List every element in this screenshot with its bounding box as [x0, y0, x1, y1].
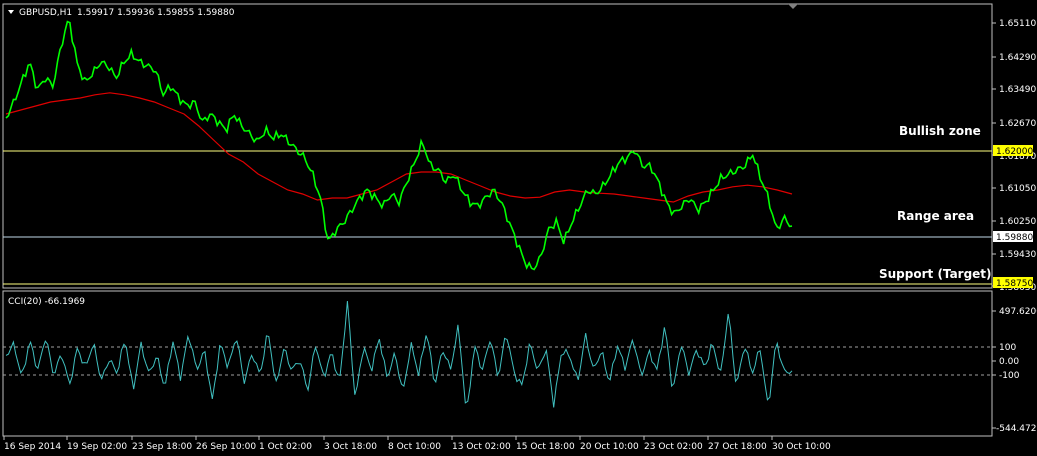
- time-axis: 16 Sep 2014 19 Sep 02:00 23 Sep 18:00 26…: [3, 436, 831, 452]
- range-area-label: Range area: [897, 209, 974, 223]
- cci-tick: -544.4729: [992, 424, 1037, 434]
- time-tick: 13 Oct 02:00: [451, 436, 511, 452]
- chart-symbol: GBPUSD,H1: [19, 8, 72, 18]
- cci-title: CCI(20) -66.1969: [8, 297, 85, 307]
- svg-text:1 Oct 02:00: 1 Oct 02:00: [259, 442, 312, 452]
- svg-text:1.59880: 1.59880: [996, 233, 1033, 243]
- svg-text:27 Oct 18:00: 27 Oct 18:00: [708, 442, 767, 452]
- svg-text:497.6206: 497.6206: [999, 307, 1037, 317]
- moving-average-line: [5, 92, 793, 203]
- svg-text:3 Oct 18:00: 3 Oct 18:00: [324, 442, 377, 452]
- svg-text:-544.4729: -544.4729: [996, 424, 1037, 434]
- price-line: [5, 20, 793, 271]
- price-tick: 1.65110: [992, 19, 1036, 29]
- price-tick: 1.61050: [992, 184, 1036, 194]
- chart-ohlc: 1.59917 1.59936 1.59855 1.59880: [77, 8, 235, 18]
- svg-text:19 Sep 02:00: 19 Sep 02:00: [67, 442, 127, 452]
- time-tick: 16 Sep 2014: [3, 436, 61, 452]
- svg-text:20 Oct 10:00: 20 Oct 10:00: [580, 442, 639, 452]
- svg-text:1.59430: 1.59430: [999, 250, 1036, 260]
- svg-text:1.65110: 1.65110: [999, 19, 1036, 29]
- svg-text:1.63490: 1.63490: [999, 85, 1036, 95]
- current-price-label: 1.59880: [993, 231, 1033, 243]
- svg-text:0.00: 0.00: [999, 357, 1019, 367]
- support-target-label: Support (Target): [879, 267, 992, 281]
- bullish-zone-label: Bullish zone: [899, 124, 981, 138]
- price-tick: 1.63490: [992, 85, 1036, 95]
- cci-axis: 497.6206 100 0.00 -100 -544.4729: [992, 307, 1037, 434]
- price-tick: 1.59430: [992, 250, 1036, 260]
- svg-text:100: 100: [999, 343, 1016, 353]
- time-tick: 30 Oct 10:00: [771, 436, 831, 452]
- svg-text:1.62000: 1.62000: [996, 147, 1033, 157]
- cci-tick: 100: [992, 343, 1016, 353]
- svg-text:-100: -100: [999, 371, 1020, 381]
- svg-text:26 Sep 10:00: 26 Sep 10:00: [196, 442, 256, 452]
- price-tick: 1.64290: [992, 53, 1036, 63]
- price-tick: 1.60250: [992, 217, 1036, 227]
- svg-text:1.58750: 1.58750: [996, 279, 1033, 289]
- time-tick: 8 Oct 10:00: [387, 436, 441, 452]
- time-tick: 23 Oct 02:00: [643, 436, 703, 452]
- svg-text:30 Oct 10:00: 30 Oct 10:00: [772, 442, 831, 452]
- svg-text:23 Oct 02:00: 23 Oct 02:00: [644, 442, 703, 452]
- cci-panel-frame: [2, 290, 993, 437]
- time-tick: 26 Sep 10:00: [195, 436, 256, 452]
- svg-text:1.62670: 1.62670: [999, 119, 1036, 129]
- cci-tick: 0.00: [992, 357, 1019, 367]
- time-tick: 1 Oct 02:00: [258, 436, 312, 452]
- bullish-zone-price-label: 1.62000: [993, 145, 1033, 157]
- time-tick: 3 Oct 18:00: [323, 436, 377, 452]
- scroll-marker-icon[interactable]: [788, 4, 798, 9]
- time-tick: 15 Oct 18:00: [515, 436, 575, 452]
- cci-tick: 497.6206: [992, 307, 1037, 317]
- svg-text:1.61050: 1.61050: [999, 184, 1036, 194]
- main-chart-frame: [2, 3, 993, 289]
- time-tick: 20 Oct 10:00: [579, 436, 639, 452]
- svg-text:16 Sep 2014: 16 Sep 2014: [4, 442, 61, 452]
- time-tick: 23 Sep 18:00: [131, 436, 192, 452]
- price-tick: 1.62670: [992, 119, 1036, 129]
- cci-tick: -100: [992, 371, 1020, 381]
- cci-line: [5, 300, 793, 408]
- svg-text:1.60250: 1.60250: [999, 217, 1036, 227]
- symbol-menu-arrow-icon[interactable]: [8, 10, 14, 14]
- svg-text:8 Oct 10:00: 8 Oct 10:00: [388, 442, 441, 452]
- svg-text:13 Oct 02:00: 13 Oct 02:00: [452, 442, 511, 452]
- time-tick: 27 Oct 18:00: [707, 436, 767, 452]
- svg-text:15 Oct 18:00: 15 Oct 18:00: [516, 442, 575, 452]
- trading-chart[interactable]: GBPUSD,H1 1.59917 1.59936 1.59855 1.5988…: [0, 0, 1037, 456]
- svg-text:23 Sep 18:00: 23 Sep 18:00: [132, 442, 192, 452]
- time-tick: 19 Sep 02:00: [66, 436, 127, 452]
- support-price-label: 1.58750: [993, 277, 1033, 289]
- svg-text:1.64290: 1.64290: [999, 53, 1036, 63]
